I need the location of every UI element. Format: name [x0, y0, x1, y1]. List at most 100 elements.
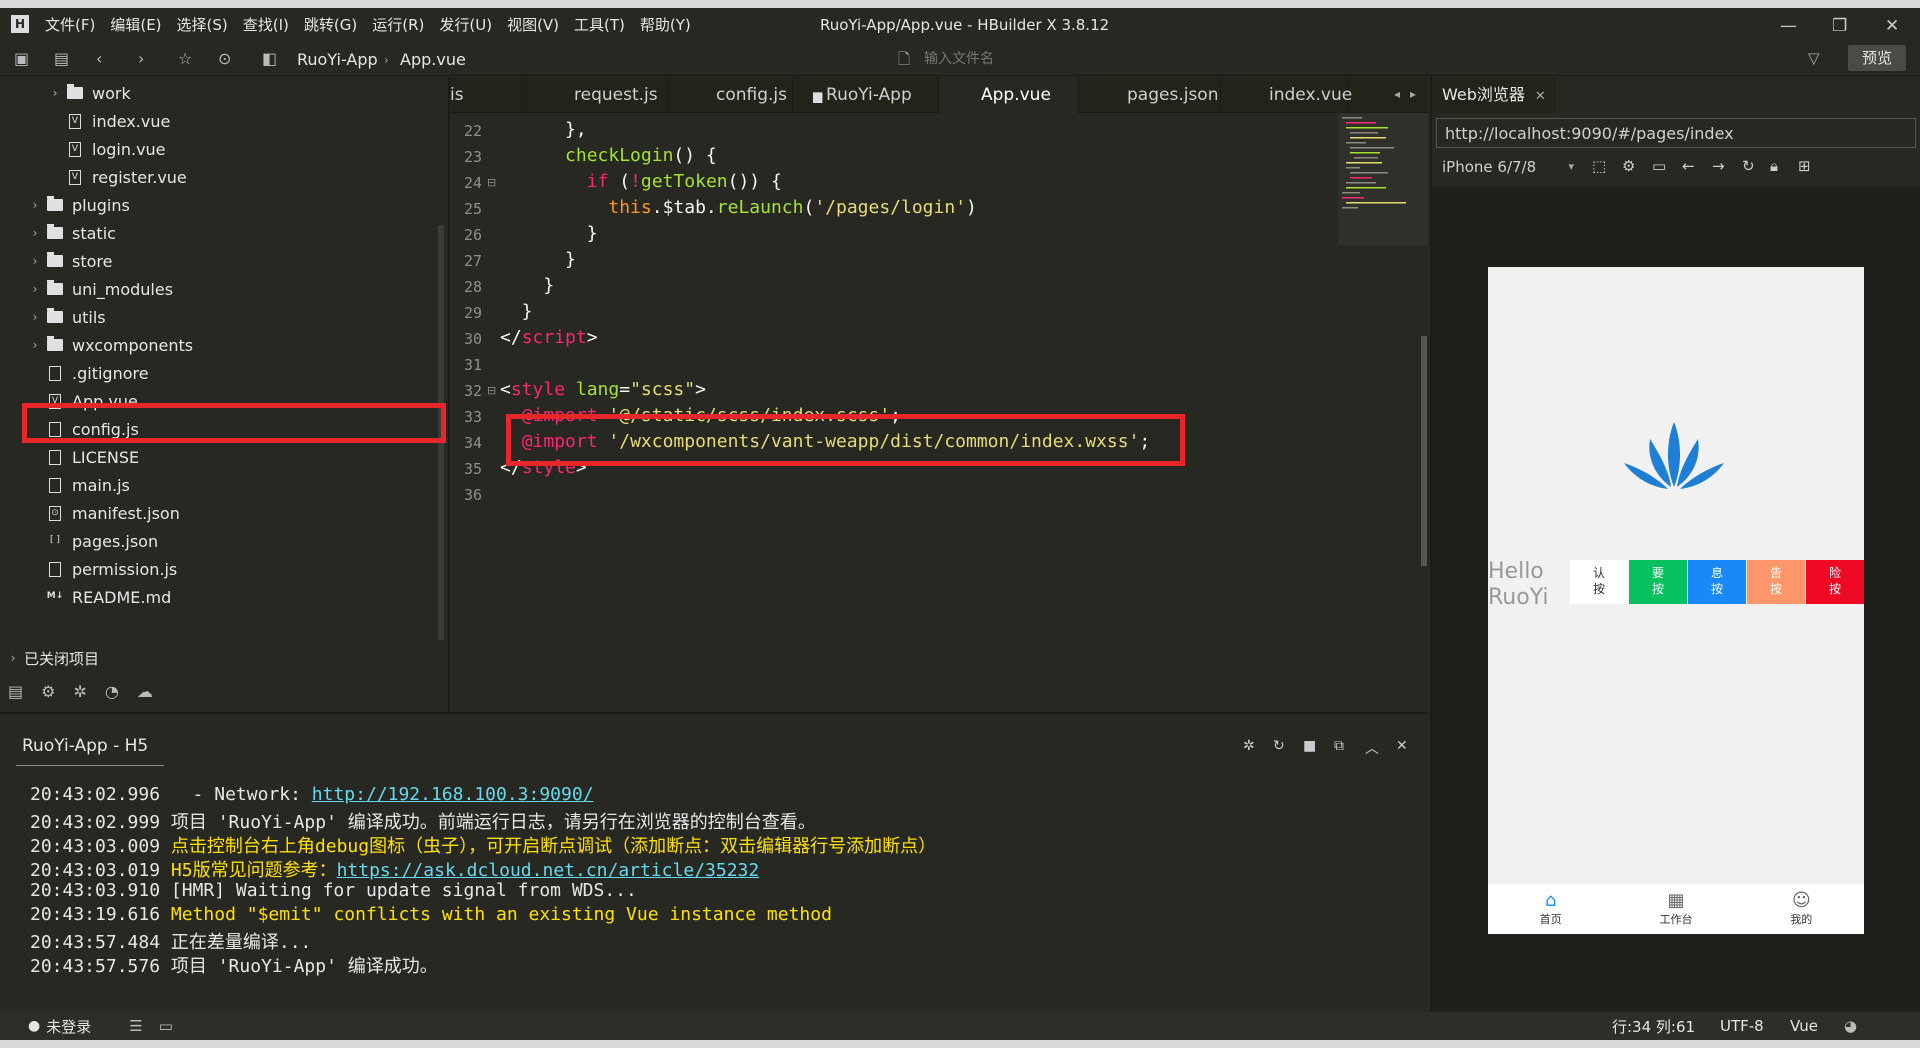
line-number[interactable]: 34: [450, 434, 482, 452]
menu-item[interactable]: 文件(F): [45, 14, 95, 35]
tree-item-static[interactable]: › static: [28, 220, 116, 246]
fold-icon[interactable]: ⊟: [487, 176, 496, 189]
tab-index-vue[interactable]: index.vue: [1221, 77, 1352, 113]
star-icon[interactable]: ☆: [178, 49, 192, 68]
url-input[interactable]: [1436, 118, 1916, 148]
tab-scroll-right-icon[interactable]: ▸: [1410, 87, 1416, 101]
phone-tab-1[interactable]: ▦ 工作台: [1613, 884, 1738, 934]
console-title[interactable]: RuoYi-App - H5: [22, 736, 148, 756]
tree-item-gitignore[interactable]: .gitignore: [46, 360, 149, 386]
run-icon[interactable]: ⊙: [218, 49, 231, 68]
console-link[interactable]: http://192.168.100.3:9090/: [312, 784, 594, 805]
line-number[interactable]: 30: [450, 330, 482, 348]
line-number[interactable]: 28: [450, 278, 482, 296]
closed-projects-row[interactable]: › 已关闭项目: [0, 645, 448, 671]
cursor-position[interactable]: 行:34 列:61: [1612, 1016, 1695, 1037]
tree-item-permission-js[interactable]: permission.js: [46, 556, 177, 582]
tab-request-js[interactable]: request.js: [526, 77, 668, 113]
minimap[interactable]: [1338, 113, 1428, 245]
tree-item-index-vue[interactable]: Vindex.vue: [66, 108, 170, 134]
settings-icon[interactable]: ⚙: [1622, 157, 1635, 175]
bug-icon[interactable]: ✲: [1243, 738, 1255, 754]
vant-button[interactable]: 息 按: [1688, 560, 1746, 604]
menu-item[interactable]: 跳转(G): [304, 14, 357, 35]
tree-item-manifest-json[interactable]: ⊙ manifest.json: [46, 500, 180, 526]
line-number[interactable]: 36: [450, 486, 482, 504]
restart-icon[interactable]: ↻: [1273, 738, 1285, 754]
tab-pages-json[interactable]: pages.json: [1079, 77, 1221, 113]
editor-scrollbar[interactable]: [1421, 336, 1427, 566]
console-icon[interactable]: ▭: [1652, 157, 1666, 175]
git-icon[interactable]: ◔: [105, 682, 119, 701]
line-number[interactable]: 26: [450, 226, 482, 244]
back-icon[interactable]: ‹: [96, 49, 102, 68]
line-number[interactable]: 29: [450, 304, 482, 322]
stop-icon[interactable]: ■: [1303, 738, 1316, 754]
filter-icon[interactable]: ▽: [1808, 49, 1820, 67]
tree-item-uni-modules[interactable]: › uni_modules: [28, 276, 173, 302]
qrcode-icon[interactable]: ⊞: [1798, 157, 1811, 175]
menu-item[interactable]: 查找(I): [243, 14, 289, 35]
tree-item-main-js[interactable]: main.js: [46, 472, 130, 498]
cloud-icon[interactable]: ☁: [137, 682, 153, 701]
vant-button[interactable]: 认 按: [1570, 560, 1628, 604]
menu-item[interactable]: 选择(S): [177, 14, 228, 35]
collapse-icon[interactable]: ︿: [1365, 738, 1379, 758]
vant-button[interactable]: 要 按: [1629, 560, 1687, 604]
bug-icon[interactable]: ✲: [73, 682, 86, 701]
plugin-icon[interactable]: ⚙: [41, 682, 55, 701]
menu-item[interactable]: 视图(V): [507, 14, 559, 35]
line-number[interactable]: 23: [450, 148, 482, 166]
line-number[interactable]: 25: [450, 200, 482, 218]
line-number[interactable]: 24: [450, 174, 482, 192]
tab-ruoyi-app[interactable]: ▆ RuoYi-App: [793, 77, 939, 113]
menu-item[interactable]: 工具(T): [574, 14, 625, 35]
tree-item-readme-md[interactable]: M↓ README.md: [46, 584, 171, 610]
forward-icon[interactable]: ›: [138, 49, 144, 68]
tree-item-wxcomponents[interactable]: › wxcomponents: [28, 332, 194, 358]
tree-item-utils[interactable]: › utils: [28, 304, 106, 330]
device-select[interactable]: iPhone 6/7/8 ▾: [1436, 153, 1580, 181]
line-number[interactable]: 35: [450, 460, 482, 478]
tree-item-license[interactable]: LICENSE: [46, 444, 139, 470]
new-file-icon[interactable]: ▣: [14, 49, 29, 68]
file-encoding[interactable]: UTF-8: [1720, 1017, 1764, 1035]
menu-item[interactable]: 发行(U): [439, 14, 492, 35]
lock-icon[interactable]: 🔒︎: [1770, 157, 1778, 175]
arrow-left-icon[interactable]: ←: [1682, 157, 1695, 175]
notification-icon[interactable]: ◕: [1844, 1017, 1857, 1035]
tree-item-register-vue[interactable]: Vregister.vue: [66, 164, 187, 190]
line-number[interactable]: 27: [450, 252, 482, 270]
fold-icon[interactable]: ⊟: [487, 384, 496, 397]
tree-item-store[interactable]: › store: [28, 248, 113, 274]
arrow-right-icon[interactable]: →: [1712, 157, 1725, 175]
line-number[interactable]: 31: [450, 356, 482, 374]
terminal-icon[interactable]: ▭: [159, 1017, 173, 1035]
line-number[interactable]: 22: [450, 122, 482, 140]
menu-item[interactable]: 帮助(Y): [640, 14, 691, 35]
close-icon[interactable]: ✕: [1535, 89, 1546, 104]
vant-button[interactable]: 险 按: [1806, 560, 1864, 604]
minimize-button[interactable]: —: [1780, 16, 1797, 36]
breadcrumb-file[interactable]: App.vue: [400, 50, 466, 69]
tree-item-pages-json[interactable]: [ ] pages.json: [46, 528, 158, 554]
file-language[interactable]: Vue: [1790, 1017, 1818, 1035]
tree-item-work[interactable]: › work: [48, 80, 131, 106]
preview-button[interactable]: 预览: [1848, 45, 1906, 71]
code-editor[interactable]: 22 }, 23 checkLogin() {24 ⊟ if (!getToken(…: [450, 113, 1338, 711]
open-external-icon[interactable]: ⧉: [1334, 738, 1344, 754]
line-number[interactable]: 32: [450, 382, 482, 400]
close-button[interactable]: ✕: [1885, 16, 1899, 36]
phone-tab-2[interactable]: ☺ 我的: [1739, 884, 1864, 934]
web-browser-tab[interactable]: Web浏览器 ✕: [1432, 77, 1556, 113]
breadcrumb-project[interactable]: RuoYi-App: [297, 50, 378, 69]
menu-item[interactable]: 运行(R): [372, 14, 424, 35]
tab-scroll-left-icon[interactable]: ◂: [1394, 87, 1400, 101]
screenshot-icon[interactable]: ⬚: [1592, 157, 1606, 175]
refresh-icon[interactable]: ↻: [1742, 157, 1755, 175]
save-icon[interactable]: ▤: [54, 49, 69, 68]
clear-icon[interactable]: ✕: [1396, 738, 1408, 754]
line-number[interactable]: 33: [450, 408, 482, 426]
menu-item[interactable]: 编辑(E): [110, 14, 161, 35]
login-status[interactable]: 未登录: [46, 1016, 91, 1037]
